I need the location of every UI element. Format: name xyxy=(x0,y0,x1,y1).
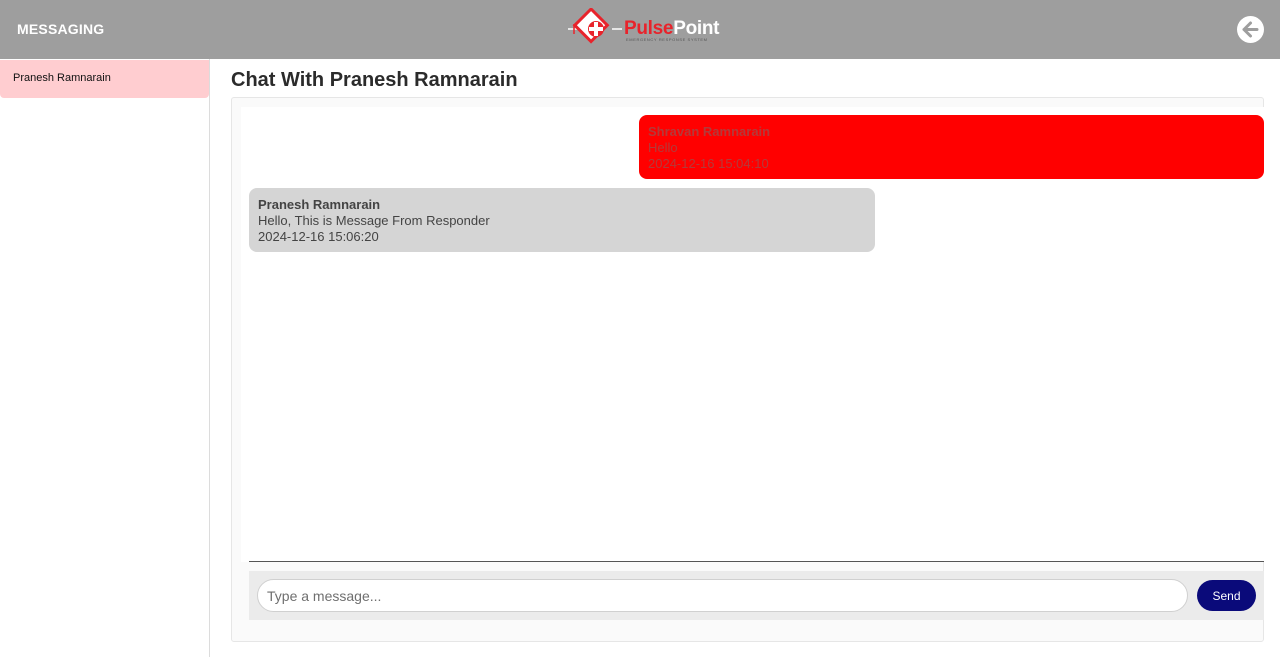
message-bubble-received: Pranesh Ramnarain Hello, This is Message… xyxy=(249,188,875,252)
arrow-left-icon xyxy=(1242,21,1259,38)
message-text: Hello, This is Message From Responder xyxy=(258,213,490,228)
back-button[interactable] xyxy=(1237,16,1264,43)
logo-wordmark-part1: Pulse xyxy=(624,18,674,39)
pulsepoint-logo: PulsePoint EMERGENCY RESPONSE SYSTEM xyxy=(566,8,726,50)
message-text: Hello xyxy=(648,140,678,155)
message-timestamp: 2024-12-16 15:04:10 xyxy=(648,156,769,171)
message-timestamp: 2024-12-16 15:06:20 xyxy=(258,229,379,244)
app-title: MESSAGING xyxy=(17,21,105,37)
logo-emblem-icon xyxy=(568,8,622,44)
message-sender: Pranesh Ramnarain xyxy=(258,197,381,212)
message-sender: Shravan Ramnarain xyxy=(648,124,771,139)
chat-panel: Shravan Ramnarain Hello 2024-12-16 15:04… xyxy=(231,97,1264,642)
message-input[interactable] xyxy=(257,579,1188,612)
composer-divider xyxy=(249,561,1264,562)
logo-tagline: EMERGENCY RESPONSE SYSTEM xyxy=(626,37,708,42)
contact-name: Pranesh Ramnarain xyxy=(13,72,111,84)
logo-wordmark-part2: Point xyxy=(673,18,720,39)
send-button[interactable]: Send xyxy=(1197,580,1256,611)
message-composer: Send xyxy=(249,571,1264,620)
contact-item-pranesh-ramnarain[interactable]: Pranesh Ramnarain xyxy=(0,60,209,98)
message-bubble-sent: Shravan Ramnarain Hello 2024-12-16 15:04… xyxy=(639,115,1264,179)
chat-title: Chat With Pranesh Ramnarain xyxy=(231,69,518,91)
contacts-sidebar: Pranesh Ramnarain xyxy=(0,59,210,657)
message-list[interactable]: Shravan Ramnarain Hello 2024-12-16 15:04… xyxy=(241,107,1264,562)
top-bar: MESSAGING PulsePoint EMERGENCY RESPONSE … xyxy=(0,0,1280,59)
